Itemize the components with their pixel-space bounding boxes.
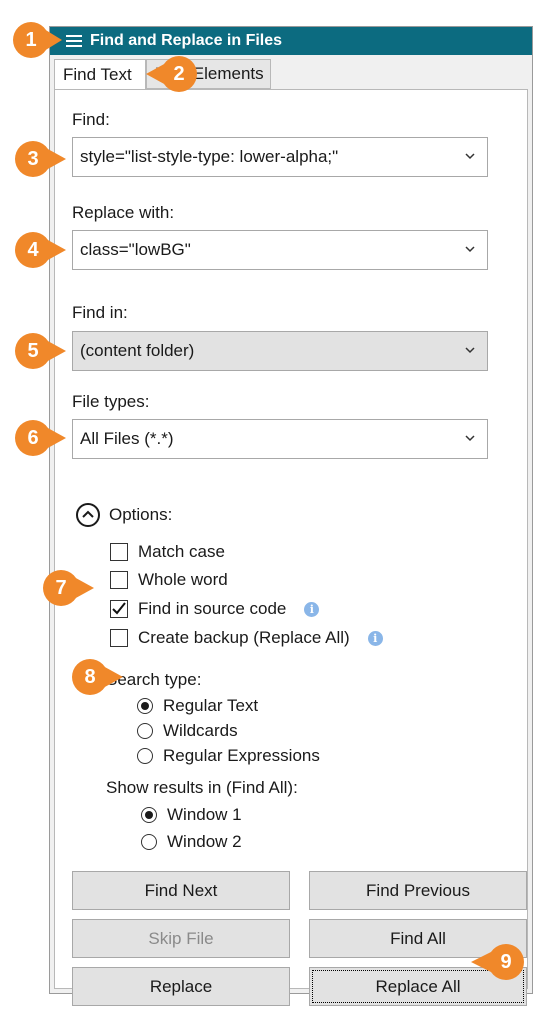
callout-marker: 1 xyxy=(12,21,62,59)
show-results-label: Show results in (Find All): xyxy=(106,778,298,797)
checkbox-label: Create backup (Replace All) xyxy=(138,628,350,647)
radio-regular-text[interactable]: Regular Text xyxy=(137,696,258,716)
radio-label: Regular Expressions xyxy=(163,746,320,765)
replace-button[interactable]: Replace xyxy=(72,967,290,1006)
callout-number: 2 xyxy=(173,62,185,85)
file-types-value: All Files (*.*) xyxy=(80,429,174,448)
radio-button[interactable] xyxy=(137,723,153,739)
skip-file-button[interactable]: Skip File xyxy=(72,919,290,958)
find-combobox[interactable]: style="list-style-type: lower-alpha;" xyxy=(72,137,488,177)
info-icon[interactable]: i xyxy=(304,601,320,617)
checkbox-box[interactable] xyxy=(110,629,128,647)
find-value: style="list-style-type: lower-alpha;" xyxy=(80,147,339,166)
options-toggle[interactable]: Options: xyxy=(76,503,172,527)
callout-number: 6 xyxy=(27,426,39,449)
checkmark-icon xyxy=(112,602,126,615)
title-bar: Find and Replace in Files xyxy=(50,27,532,55)
callout-marker: 4 xyxy=(14,231,66,269)
create-backup-checkbox[interactable]: Create backup (Replace All) i xyxy=(110,628,383,648)
radio-label: Regular Text xyxy=(163,696,259,715)
callout-marker: 8 xyxy=(71,658,123,696)
chevron-down-icon[interactable] xyxy=(465,244,475,254)
radio-button[interactable] xyxy=(137,748,153,764)
radio-button[interactable] xyxy=(137,698,153,714)
callout-number: 4 xyxy=(27,238,39,261)
find-in-dropdown[interactable]: (content folder) xyxy=(72,331,488,371)
info-icon[interactable]: i xyxy=(367,630,383,646)
checkbox-label: Find in source code xyxy=(138,599,287,618)
callout-marker: 5 xyxy=(14,332,66,370)
callout-number: 1 xyxy=(25,28,37,51)
callout-marker: 7 xyxy=(42,569,94,607)
callout-number: 9 xyxy=(500,950,512,973)
find-in-source-code-checkbox[interactable]: Find in source code i xyxy=(110,599,320,619)
callout-marker: 9 xyxy=(471,943,525,981)
checkbox-box[interactable] xyxy=(110,571,128,589)
find-in-label: Find in: xyxy=(72,303,128,322)
find-label: Find: xyxy=(72,110,110,129)
options-label: Options: xyxy=(109,505,173,524)
chevron-down-icon[interactable] xyxy=(465,433,475,443)
callout-marker: 2 xyxy=(146,55,198,93)
match-case-checkbox[interactable]: Match case xyxy=(110,542,225,562)
checkbox-label: Match case xyxy=(138,542,225,561)
radio-label: Window 2 xyxy=(167,832,242,851)
tab-bar: Find Text Find Elements xyxy=(50,55,532,90)
whole-word-checkbox[interactable]: Whole word xyxy=(110,570,228,590)
tab-find-text[interactable]: Find Text xyxy=(54,59,146,90)
find-previous-button[interactable]: Find Previous xyxy=(309,871,527,910)
radio-label: Wildcards xyxy=(163,721,238,740)
callout-marker: 6 xyxy=(14,419,66,457)
callout-number: 7 xyxy=(55,576,67,599)
tab-label: Find Text xyxy=(63,65,132,84)
file-types-label: File types: xyxy=(72,392,150,411)
file-types-combobox[interactable]: All Files (*.*) xyxy=(72,419,488,459)
checkbox-label: Whole word xyxy=(138,570,228,589)
chevron-down-icon[interactable] xyxy=(465,151,475,161)
radio-window-1[interactable]: Window 1 xyxy=(141,805,242,825)
radio-button[interactable] xyxy=(141,807,157,823)
callout-number: 5 xyxy=(27,339,39,362)
chevron-down-icon[interactable] xyxy=(465,345,475,355)
replace-combobox[interactable]: class="lowBG" xyxy=(72,230,488,270)
find-replace-panel: Find and Replace in Files Find Text Find… xyxy=(49,26,533,1006)
find-next-button[interactable]: Find Next xyxy=(72,871,290,910)
checkbox-box[interactable] xyxy=(110,543,128,561)
replace-value: class="lowBG" xyxy=(80,240,191,259)
checkbox-box[interactable] xyxy=(110,600,128,618)
radio-button[interactable] xyxy=(141,834,157,850)
radio-wildcards[interactable]: Wildcards xyxy=(137,721,238,741)
replace-label: Replace with: xyxy=(72,203,175,222)
window-title: Find and Replace in Files xyxy=(90,32,283,49)
chevron-up-circle-icon[interactable] xyxy=(76,503,100,527)
find-in-value: (content folder) xyxy=(80,341,195,360)
radio-label: Window 1 xyxy=(167,805,242,824)
callout-number: 8 xyxy=(84,665,96,688)
find-text-pane: Find: style="list-style-type: lower-alph… xyxy=(54,89,528,1006)
radio-regular-expressions[interactable]: Regular Expressions xyxy=(137,746,320,766)
radio-window-2[interactable]: Window 2 xyxy=(141,832,242,852)
callout-marker: 3 xyxy=(14,140,66,178)
callout-number: 3 xyxy=(27,147,39,170)
